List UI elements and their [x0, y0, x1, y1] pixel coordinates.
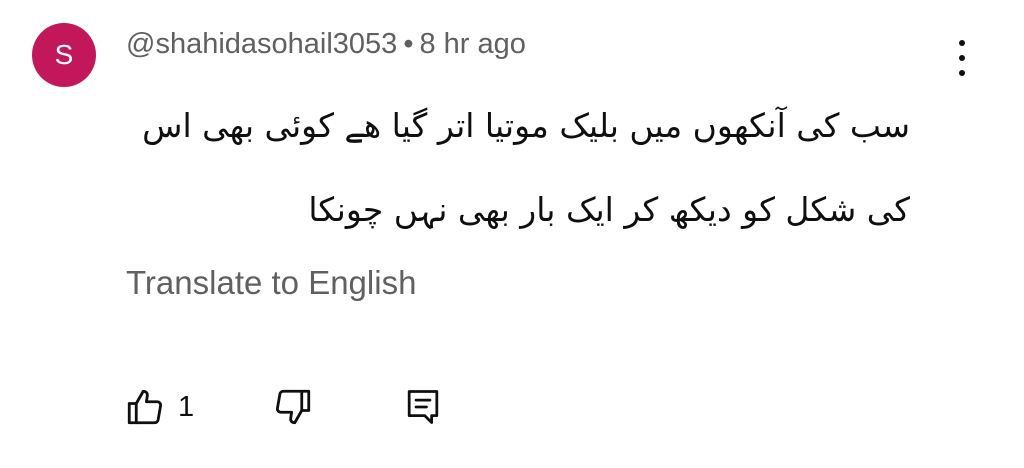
- dislike-button[interactable]: [272, 386, 314, 428]
- thumbs-down-icon: [275, 389, 311, 425]
- like-count: 1: [178, 390, 195, 423]
- like-button[interactable]: 1: [124, 386, 194, 428]
- comment-text-line-1: سب کی آنکھوں میں بلیک موتیا اتر گیا ھے ک…: [142, 106, 910, 145]
- header-separator: •: [403, 28, 414, 60]
- comment-header: @shahidasohail3053 • 8 hr ago: [126, 28, 526, 61]
- translate-link[interactable]: Translate to English: [126, 264, 416, 302]
- more-options-button[interactable]: [944, 38, 980, 78]
- more-vertical-icon-dot: [959, 55, 965, 61]
- username[interactable]: @shahidasohail3053: [126, 28, 397, 60]
- timestamp: 8 hr ago: [419, 28, 526, 60]
- more-vertical-icon: [959, 40, 965, 46]
- comment-text-line-2: کی شکل کو دیکھ کر ایک بار بھی نہں چونکا: [308, 190, 910, 229]
- reply-button[interactable]: [404, 386, 442, 428]
- comment-text: سب کی آنکھوں میں بلیک موتیا اتر گیا ھے ک…: [110, 84, 910, 252]
- thumbs-up-icon: [127, 389, 163, 425]
- more-vertical-icon-dot: [959, 70, 965, 76]
- reply-comment-icon: [407, 390, 439, 424]
- avatar[interactable]: S: [32, 23, 96, 87]
